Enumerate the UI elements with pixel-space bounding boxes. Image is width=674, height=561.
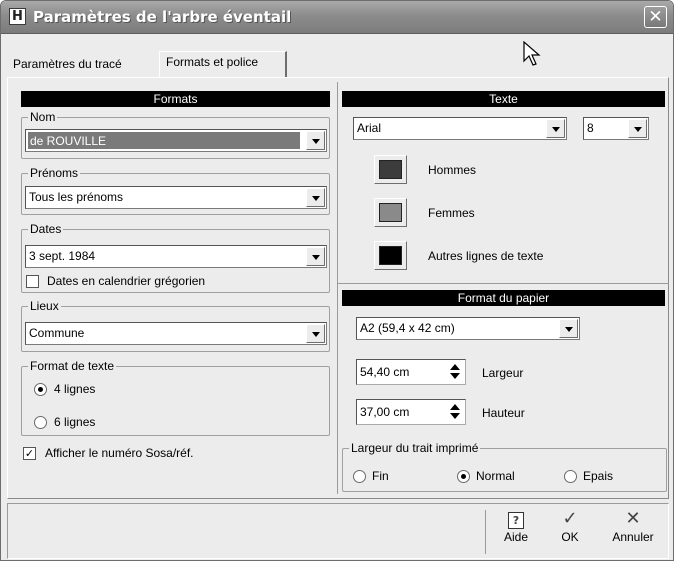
- checkmark-icon: ✓: [562, 508, 578, 529]
- papier-header: Format du papier: [342, 290, 665, 306]
- help-button[interactable]: ? Aide: [496, 508, 536, 544]
- action-bar: ? Aide ✓ OK ✕ Annuler: [7, 503, 669, 559]
- lieux-value: Commune: [29, 326, 85, 340]
- chevron-down-icon[interactable]: [306, 188, 325, 207]
- lieux-select[interactable]: Commune: [25, 322, 327, 345]
- paper-format-value: A2 (59,4 x 42 cm): [360, 321, 455, 335]
- help-label: Aide: [503, 530, 529, 544]
- prenoms-value: Tous les prénoms: [29, 190, 124, 204]
- prenoms-select[interactable]: Tous les prénoms: [25, 186, 327, 209]
- hauteur-spinner[interactable]: 37,00 cm: [356, 399, 466, 425]
- cancel-x-icon: ✕: [625, 508, 641, 529]
- largeur-label: Largeur: [482, 366, 524, 380]
- radio-fin-label: Fin: [372, 469, 389, 483]
- formats-header: Formats: [21, 91, 330, 107]
- hauteur-value: 37,00 cm: [360, 405, 410, 419]
- spin-arrows-icon[interactable]: [447, 362, 463, 382]
- largeur-spinner[interactable]: 54,40 cm: [356, 359, 466, 385]
- hauteur-label: Hauteur: [482, 406, 525, 420]
- font-value: Arial: [357, 121, 382, 135]
- radio-epais-label: Epais: [583, 469, 614, 483]
- chevron-down-icon[interactable]: [546, 119, 565, 138]
- nom-legend: Nom: [28, 110, 58, 124]
- largeur-value: 54,40 cm: [360, 365, 410, 379]
- radio-normal-label: Normal: [476, 469, 515, 483]
- gregorian-label: Dates en calendrier grégorien: [47, 274, 206, 288]
- dialog-window: H Paramètres de l'arbre éventail ✕ Param…: [0, 0, 674, 561]
- texte-header: Texte: [342, 91, 665, 107]
- format-texte-legend: Format de texte: [28, 359, 117, 373]
- radio-4-lignes[interactable]: [34, 383, 47, 396]
- chevron-down-icon[interactable]: [306, 131, 325, 150]
- texte-papier-divider: [338, 283, 669, 284]
- autres-label: Autres lignes de texte: [428, 249, 544, 263]
- radio-normal[interactable]: [457, 470, 470, 483]
- autres-color-button[interactable]: [374, 241, 407, 270]
- font-select[interactable]: Arial: [353, 117, 567, 140]
- tab-formats-et-police[interactable]: Formats et police: [159, 51, 287, 78]
- window-title: Paramètres de l'arbre éventail: [33, 8, 292, 26]
- sosa-checkbox[interactable]: ✓: [23, 447, 36, 460]
- femmes-color-swatch: [379, 203, 402, 222]
- spin-arrows-icon[interactable]: [447, 402, 463, 422]
- hommes-color-swatch: [379, 160, 402, 179]
- tab-panel: Formats Nom de ROUVILLE Prénoms Tous les…: [7, 77, 669, 499]
- cancel-label: Annuler: [612, 530, 654, 544]
- lieux-legend: Lieux: [28, 299, 61, 313]
- dates-value: 3 sept. 1984: [29, 249, 96, 263]
- title-bar[interactable]: H Paramètres de l'arbre éventail ✕: [1, 1, 673, 34]
- radio-6-lignes-label: 6 lignes: [54, 415, 96, 429]
- chevron-down-icon[interactable]: [306, 247, 325, 266]
- font-size-select[interactable]: 8: [583, 117, 649, 140]
- app-icon: H: [9, 8, 26, 25]
- radio-fin[interactable]: [353, 470, 366, 483]
- gregorian-checkbox[interactable]: [26, 275, 39, 288]
- mouse-cursor-icon: [523, 41, 541, 66]
- hommes-label: Hommes: [428, 163, 477, 177]
- dates-select[interactable]: 3 sept. 1984: [25, 245, 327, 268]
- paper-format-select[interactable]: A2 (59,4 x 42 cm): [356, 317, 580, 340]
- radio-epais[interactable]: [564, 470, 577, 483]
- hommes-color-button[interactable]: [374, 155, 407, 184]
- font-size-value: 8: [587, 121, 594, 135]
- ok-button[interactable]: ✓ OK: [555, 508, 585, 544]
- femmes-color-button[interactable]: [374, 198, 407, 227]
- nom-select[interactable]: de ROUVILLE: [25, 129, 327, 152]
- radio-6-lignes[interactable]: [34, 416, 47, 429]
- ok-label: OK: [561, 530, 579, 544]
- dates-legend: Dates: [28, 222, 64, 236]
- chevron-down-icon[interactable]: [628, 119, 647, 138]
- action-divider: [485, 510, 486, 554]
- help-icon: ?: [508, 512, 524, 529]
- prenoms-legend: Prénoms: [28, 166, 81, 180]
- autres-color-swatch: [379, 246, 402, 265]
- trait-legend: Largeur du trait imprimé: [349, 441, 481, 455]
- nom-value: de ROUVILLE: [28, 132, 300, 149]
- chevron-down-icon[interactable]: [306, 324, 325, 343]
- column-divider: [337, 82, 338, 494]
- radio-4-lignes-label: 4 lignes: [54, 382, 96, 396]
- chevron-down-icon[interactable]: [559, 319, 578, 338]
- sosa-label: Afficher le numéro Sosa/réf.: [45, 446, 194, 460]
- cancel-button[interactable]: ✕ Annuler: [604, 508, 662, 544]
- femmes-label: Femmes: [428, 206, 475, 220]
- tab-parametres-du-trace[interactable]: Paramètres du tracé: [7, 54, 157, 76]
- close-button[interactable]: ✕: [644, 6, 667, 28]
